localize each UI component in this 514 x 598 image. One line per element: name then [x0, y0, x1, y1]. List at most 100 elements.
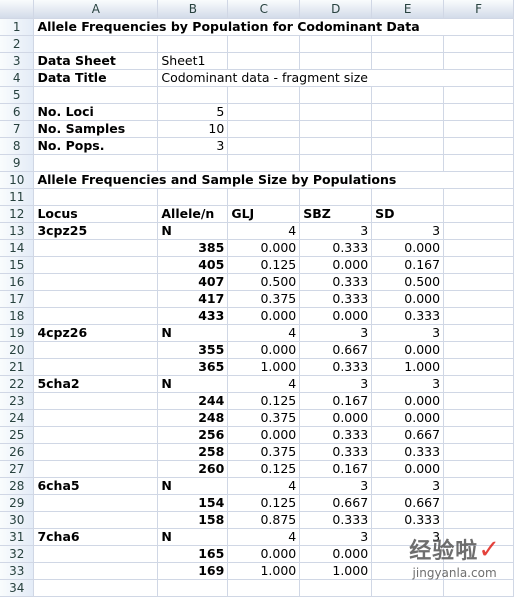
- frequency-cell[interactable]: 0.000: [299, 307, 373, 325]
- locus-cell[interactable]: [33, 358, 159, 376]
- empty-cell[interactable]: [443, 324, 514, 342]
- frequency-cell[interactable]: 0.167: [299, 460, 373, 478]
- frequency-cell[interactable]: 0.167: [299, 392, 373, 410]
- empty-cell[interactable]: [299, 154, 373, 172]
- no-loci-value[interactable]: 5: [157, 103, 229, 121]
- empty-cell[interactable]: [33, 35, 159, 53]
- sheet-title[interactable]: Allele Frequencies by Population for Cod…: [33, 18, 514, 36]
- allele-cell[interactable]: 158: [157, 511, 229, 529]
- column-header-a[interactable]: A: [33, 0, 159, 19]
- row-header-10[interactable]: 10: [0, 171, 35, 189]
- empty-cell[interactable]: [443, 35, 514, 53]
- empty-cell[interactable]: [443, 52, 514, 70]
- empty-cell[interactable]: [227, 86, 301, 104]
- empty-cell[interactable]: [371, 120, 445, 138]
- row-header-33[interactable]: 33: [0, 562, 35, 580]
- frequency-cell[interactable]: 3: [371, 477, 445, 495]
- allele-cell[interactable]: 260: [157, 460, 229, 478]
- allele-cell[interactable]: N: [157, 477, 229, 495]
- empty-cell[interactable]: [33, 154, 159, 172]
- empty-cell[interactable]: [33, 86, 159, 104]
- empty-cell[interactable]: [299, 120, 373, 138]
- frequency-cell[interactable]: 0.125: [227, 256, 301, 274]
- frequency-cell[interactable]: 0.000: [227, 307, 301, 325]
- no-pops-value[interactable]: 3: [157, 137, 229, 155]
- row-header-18[interactable]: 18: [0, 307, 35, 325]
- empty-cell[interactable]: [443, 392, 514, 410]
- allele-cell[interactable]: 355: [157, 341, 229, 359]
- frequency-cell[interactable]: 0.875: [227, 511, 301, 529]
- frequency-cell[interactable]: 0.000: [299, 545, 373, 563]
- locus-cell[interactable]: 4cpz26: [33, 324, 159, 342]
- empty-cell[interactable]: [443, 273, 514, 291]
- row-header-5[interactable]: 5: [0, 86, 35, 104]
- column-header-b[interactable]: B: [157, 0, 229, 19]
- frequency-cell[interactable]: 0.000: [299, 256, 373, 274]
- data-title-value[interactable]: Codominant data - fragment size: [157, 69, 514, 87]
- frequency-cell[interactable]: 0.333: [299, 511, 373, 529]
- allele-cell[interactable]: 433: [157, 307, 229, 325]
- select-all-corner[interactable]: [0, 0, 35, 19]
- empty-cell[interactable]: [227, 52, 301, 70]
- empty-cell[interactable]: [33, 579, 159, 597]
- empty-cell[interactable]: [443, 426, 514, 444]
- locus-cell[interactable]: [33, 494, 159, 512]
- row-header-3[interactable]: 3: [0, 52, 35, 70]
- frequency-cell[interactable]: 0.333: [299, 443, 373, 461]
- locus-cell[interactable]: [33, 443, 159, 461]
- frequency-cell[interactable]: 0.000: [227, 341, 301, 359]
- empty-cell[interactable]: [227, 120, 301, 138]
- locus-cell[interactable]: [33, 290, 159, 308]
- empty-cell[interactable]: [371, 188, 445, 206]
- column-label[interactable]: GLJ: [227, 205, 301, 223]
- locus-cell[interactable]: [33, 426, 159, 444]
- frequency-cell[interactable]: 3: [299, 375, 373, 393]
- empty-cell[interactable]: [443, 443, 514, 461]
- locus-cell[interactable]: 7cha6: [33, 528, 159, 546]
- frequency-cell[interactable]: 0.667: [299, 494, 373, 512]
- empty-cell[interactable]: [443, 103, 514, 121]
- frequency-cell[interactable]: 3: [299, 528, 373, 546]
- locus-cell[interactable]: [33, 256, 159, 274]
- row-header-19[interactable]: 19: [0, 324, 35, 342]
- locus-cell[interactable]: 5cha2: [33, 375, 159, 393]
- frequency-cell[interactable]: 4: [227, 222, 301, 240]
- allele-cell[interactable]: N: [157, 528, 229, 546]
- column-label[interactable]: Allele/n: [157, 205, 229, 223]
- frequency-cell[interactable]: 0.333: [299, 358, 373, 376]
- empty-cell[interactable]: [371, 86, 445, 104]
- allele-cell[interactable]: N: [157, 324, 229, 342]
- column-label[interactable]: Locus: [33, 205, 159, 223]
- empty-cell[interactable]: [227, 154, 301, 172]
- empty-cell[interactable]: [299, 137, 373, 155]
- frequency-cell[interactable]: 3: [371, 375, 445, 393]
- empty-cell[interactable]: [299, 52, 373, 70]
- empty-cell[interactable]: [227, 103, 301, 121]
- empty-cell[interactable]: [299, 579, 373, 597]
- frequency-cell[interactable]: 0.000: [299, 409, 373, 427]
- data-title-label[interactable]: Data Title: [33, 69, 159, 87]
- row-header-32[interactable]: 32: [0, 545, 35, 563]
- row-header-17[interactable]: 17: [0, 290, 35, 308]
- row-header-4[interactable]: 4: [0, 69, 35, 87]
- row-header-28[interactable]: 28: [0, 477, 35, 495]
- allele-cell[interactable]: 165: [157, 545, 229, 563]
- no-samples-label[interactable]: No. Samples: [33, 120, 159, 138]
- row-header-21[interactable]: 21: [0, 358, 35, 376]
- allele-cell[interactable]: 365: [157, 358, 229, 376]
- frequency-cell[interactable]: 0.125: [227, 392, 301, 410]
- locus-cell[interactable]: 3cpz25: [33, 222, 159, 240]
- row-header-14[interactable]: 14: [0, 239, 35, 257]
- frequency-cell[interactable]: 0.667: [371, 426, 445, 444]
- empty-cell[interactable]: [443, 137, 514, 155]
- empty-cell[interactable]: [157, 188, 229, 206]
- empty-cell[interactable]: [443, 341, 514, 359]
- allele-cell[interactable]: 385: [157, 239, 229, 257]
- allele-cell[interactable]: 244: [157, 392, 229, 410]
- frequency-cell[interactable]: 3: [371, 222, 445, 240]
- row-header-2[interactable]: 2: [0, 35, 35, 53]
- empty-cell[interactable]: [157, 579, 229, 597]
- no-loci-label[interactable]: No. Loci: [33, 103, 159, 121]
- column-label[interactable]: SD: [371, 205, 445, 223]
- row-header-27[interactable]: 27: [0, 460, 35, 478]
